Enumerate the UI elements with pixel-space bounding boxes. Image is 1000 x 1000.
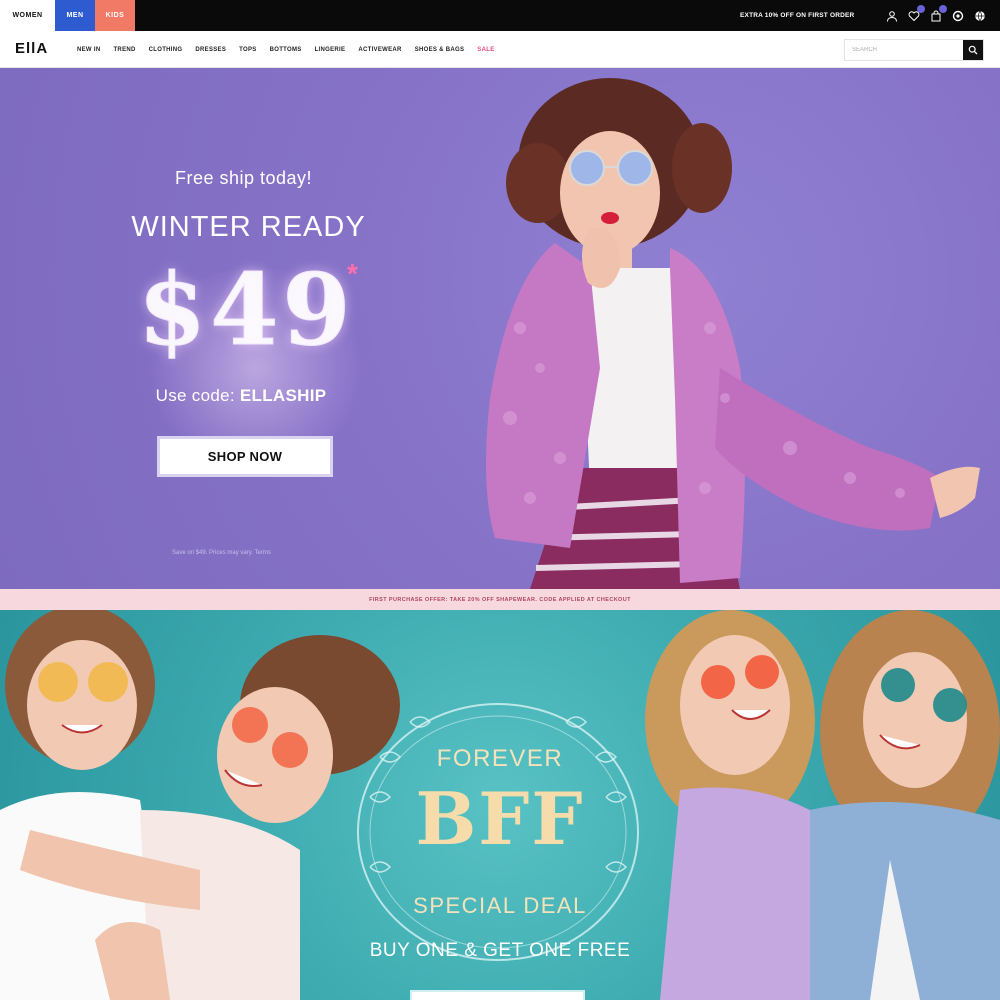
nav-activewear[interactable]: ACTIVEWEAR [358,47,401,53]
hero-promo-code: Use code: ELLASHIP [0,386,482,406]
search-icon [968,45,978,55]
shop-now-button[interactable]: SHOP NOW [157,436,333,477]
nav-new-in[interactable]: NEW IN [77,47,100,53]
globe-icon[interactable] [973,9,986,22]
tab-kids[interactable]: KIDS [95,0,135,31]
promo-strip[interactable]: FIRST PURCHASE OFFER: TAKE 20% OFF SHAPE… [0,589,1000,610]
bff-banner[interactable]: FOREVER BFF SPECIAL DEAL BUY ONE & GET O… [0,610,1000,1000]
top-icon-group [885,0,986,31]
top-promo-text[interactable]: EXTRA 10% OFF ON FIRST ORDER [740,0,854,31]
nav-trend[interactable]: TREND [113,47,135,53]
hero-code-value: ELLASHIP [239,386,327,405]
hero-price-asterisk: * [347,258,358,289]
nav-links: NEW IN TREND CLOTHING DRESSES TOPS BOTTO… [77,31,508,68]
nav-bottoms[interactable]: BOTTOMS [270,47,302,53]
cart-badge [939,5,947,13]
tab-women[interactable]: WOMEN [0,0,55,31]
hero-title: WINTER READY [131,211,366,243]
search-box [844,39,984,61]
heart-icon[interactable] [907,5,925,22]
nav-tops[interactable]: TOPS [239,47,256,53]
nav-clothing[interactable]: CLOTHING [149,47,183,53]
search-input[interactable] [845,40,963,60]
hero-banner[interactable]: Free ship today! WINTER READY $49 * Use … [0,68,1000,589]
user-icon[interactable] [885,9,898,22]
tab-men[interactable]: MEN [55,0,95,31]
nav-dresses[interactable]: DRESSES [195,47,226,53]
hero-price: $49 [138,253,355,369]
cart-icon[interactable] [929,5,947,22]
hero-fineprint[interactable]: Save on $49. Prices may vary. Terms [172,550,271,556]
hero-subtitle: Free ship today! [174,168,313,188]
headset-icon[interactable] [951,9,964,22]
hero-code-label: Use code: [155,386,235,405]
nav-sale[interactable]: SALE [477,47,494,53]
search-button[interactable] [963,40,983,60]
bff-shop-button[interactable] [410,990,585,1000]
bff-right-models-image [645,610,1000,1000]
nav-lingerie[interactable]: LINGERIE [315,47,346,53]
nav-shoes-bags[interactable]: SHOES & BAGS [415,47,465,53]
site-logo[interactable]: EllA [15,40,48,57]
main-navigation: EllA NEW IN TREND CLOTHING DRESSES TOPS … [0,31,1000,68]
hero-model-image [486,78,980,589]
top-bar: WOMEN MEN KIDS EXTRA 10% OFF ON FIRST OR… [0,0,1000,31]
wishlist-badge [917,5,925,13]
